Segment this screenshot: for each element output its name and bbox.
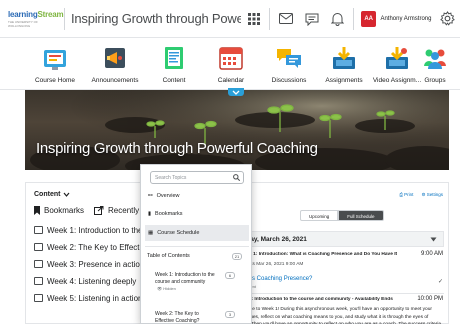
overview-icon: ⚯: [148, 193, 153, 199]
nav-course-home[interactable]: Course Home: [24, 44, 86, 90]
toc-title: Table of Contents: [147, 253, 190, 259]
home-icon: [44, 50, 66, 70]
schedule-actions: ⎙ Print ⚙ Settings: [399, 192, 443, 198]
bookmarks-row: Bookmarks Recently Visit: [34, 206, 156, 215]
discussions-icon: [277, 49, 301, 68]
settings-button[interactable]: ⚙ Settings: [421, 192, 443, 198]
seedlings-image: [25, 90, 449, 170]
course-schedule-link[interactable]: ▦ Course Schedule: [145, 225, 249, 241]
module-icon: [34, 277, 43, 285]
course-schedule-panel: ⎙ Print ⚙ Settings Upcoming Full Schedul…: [230, 182, 449, 324]
toc-week-2[interactable]: Week 2: The Key to Effective Coaching? 3: [147, 311, 247, 323]
module-icon: [34, 294, 43, 302]
event-start: ⏰ Starts Mar 26, 2021 9:00 AM: [232, 262, 444, 267]
event-link[interactable]: What is Coaching Presence?: [232, 276, 444, 282]
event-time: 10:00 PM: [417, 296, 443, 302]
event-time: 9:00 AM: [420, 251, 443, 257]
event-description: Welcome to Week 1! During this asynchron…: [235, 307, 441, 324]
toc-item-count: 6: [225, 272, 235, 279]
content-icon: [165, 47, 183, 69]
module-week-4[interactable]: Week 4: Listening deeply: [34, 274, 154, 288]
calendar-icon: ▦: [148, 230, 154, 236]
module-week-3[interactable]: Week 3: Presence in action: [34, 257, 154, 271]
module-week-1[interactable]: Week 1: Introduction to the c: [34, 223, 154, 237]
banner-title: Inspiring Growth through Powerful Coachi…: [36, 140, 318, 157]
print-button[interactable]: ⎙ Print: [399, 192, 413, 198]
module-icon: [34, 243, 43, 251]
event-title[interactable]: Week 1: Introduction to the course and c…: [232, 297, 402, 302]
nav-calendar[interactable]: Calendar: [200, 44, 262, 90]
nav-content[interactable]: Content: [143, 44, 205, 90]
content-menu-button[interactable]: Content: [34, 191, 70, 198]
grid-icon[interactable]: [246, 11, 262, 27]
toc-week-1[interactable]: Week 1: Introduction to the course and c…: [147, 272, 247, 291]
user-name[interactable]: Anthony Armstrong: [380, 16, 431, 22]
chat-icon[interactable]: [304, 11, 320, 27]
checkmark-icon: ✓: [437, 279, 443, 285]
search-topics-input[interactable]: Search Topics: [150, 171, 244, 184]
chevron-down-icon: [63, 192, 70, 197]
bookmark-icon: [34, 206, 40, 215]
event-type: Assignment: [232, 284, 444, 289]
hidden-tag: 👁 Hidden: [157, 286, 176, 291]
divider: [145, 246, 249, 247]
search-icon[interactable]: [233, 174, 240, 181]
chevron-down-icon: [232, 90, 240, 95]
overview-link[interactable]: ⚯ Overview: [145, 188, 249, 204]
assignments-icon: [333, 47, 355, 69]
course-title[interactable]: Inspiring Growth through Powerful Coac..…: [71, 11, 241, 26]
avatar[interactable]: AA: [360, 10, 377, 27]
recently-visited-icon: [94, 206, 104, 215]
course-banner: Inspiring Growth through Powerful Coachi…: [25, 90, 449, 170]
divider: [64, 7, 65, 30]
divider: [269, 7, 271, 30]
mail-icon[interactable]: [278, 11, 294, 27]
megaphone-icon: [105, 48, 125, 68]
nav-groups[interactable]: Groups: [404, 44, 460, 90]
event-title[interactable]: Module 1: Introduction: What is Coaching…: [232, 252, 397, 257]
module-icon: [34, 260, 43, 268]
nav-announcements[interactable]: Announcements: [84, 44, 146, 90]
gear-icon[interactable]: [439, 11, 455, 27]
full-schedule-tab[interactable]: Full Schedule: [338, 210, 384, 221]
bell-icon[interactable]: [329, 11, 345, 27]
groups-icon: [424, 49, 446, 69]
module-week-5[interactable]: Week 5: Listening in action: [34, 291, 154, 305]
chevron-down-icon: [430, 237, 437, 241]
calendar-icon: [219, 47, 243, 70]
bookmark-icon: ▮: [148, 211, 152, 217]
app-window: learningStream THE UNIVERSITY OF WOLLONG…: [0, 0, 460, 324]
divider: [232, 293, 444, 294]
schedule-view-toggle: Upcoming Full Schedule: [300, 210, 384, 221]
learningstream-logo[interactable]: learningStream THE UNIVERSITY OF WOLLONG…: [8, 8, 64, 30]
toc-item-count: 3: [225, 311, 235, 318]
bookmarks-link[interactable]: Bookmarks: [44, 206, 84, 215]
collapse-nav-button[interactable]: [228, 88, 244, 96]
module-icon: [34, 226, 43, 234]
module-week-2[interactable]: Week 2: The Key to Effective: [34, 240, 154, 254]
nav-discussions[interactable]: Discussions: [258, 44, 320, 90]
toc-count-badge: 21: [232, 253, 242, 260]
bookmarks-link[interactable]: ▮ Bookmarks: [145, 206, 249, 222]
course-navbar: Course Home Announcements Content Calend…: [0, 38, 460, 90]
content-navigation-popup: Search Topics ⚯ Overview ▮ Bookmarks ▦ Cour…: [140, 164, 252, 324]
upcoming-tab[interactable]: Upcoming: [300, 210, 339, 221]
divider: [352, 7, 354, 30]
date-header[interactable]: Friday, March 26, 2021: [232, 231, 444, 247]
top-bar: learningStream THE UNIVERSITY OF WOLLONG…: [0, 0, 460, 38]
